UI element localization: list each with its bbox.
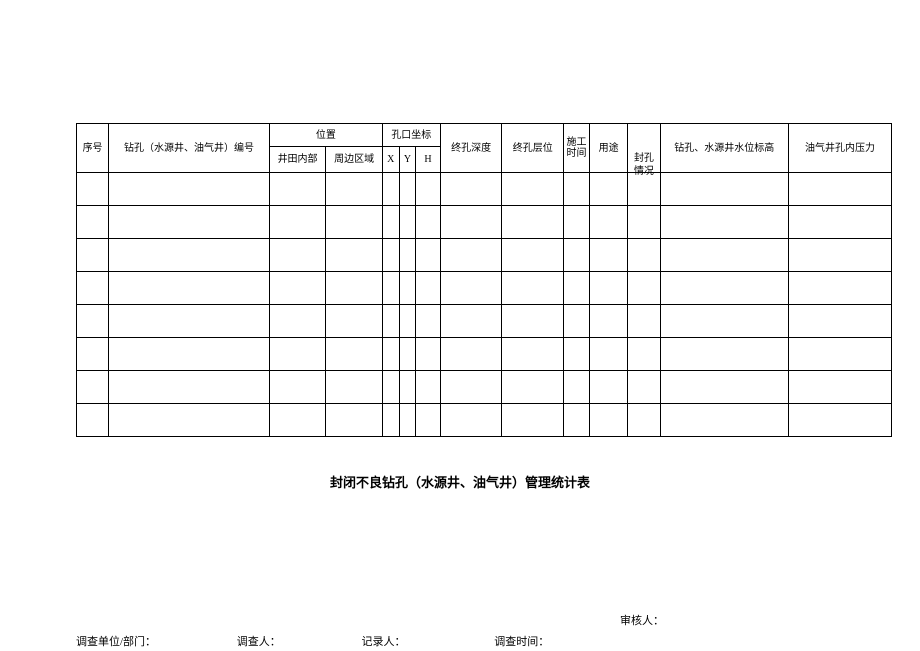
th-drill-no: 钻孔（水源井、油气井）编号 — [109, 124, 270, 173]
table-row — [77, 404, 892, 437]
th-coord-h: H — [416, 147, 440, 173]
th-pressure: 油气井孔内压力 — [789, 124, 892, 173]
th-position: 位置 — [269, 124, 382, 147]
th-layer: 终孔层位 — [502, 124, 564, 173]
investigator-label: 调查人： — [237, 636, 281, 648]
invest-time-label: 调查时间： — [494, 636, 549, 648]
document-title: 封闭不良钻孔（水源井、油气井）管理统计表 — [0, 472, 920, 491]
recorder-label: 记录人： — [362, 636, 406, 648]
th-water-level: 钻孔、水源井水位标高 — [660, 124, 789, 173]
table-row — [77, 173, 892, 206]
th-position-outer: 周边区域 — [326, 147, 383, 173]
borehole-table: 序号 钻孔（水源井、油气井）编号 位置 孔口坐标 终孔深度 终孔层位 施工时间 … — [76, 123, 892, 437]
table-row — [77, 338, 892, 371]
unit-label: 调查单位/部门： — [76, 636, 156, 648]
th-coord-x: X — [382, 147, 399, 173]
table-row — [77, 239, 892, 272]
footer-row: 调查单位/部门： 调查人： 记录人： 调查时间： — [76, 633, 892, 649]
th-coord-y: Y — [399, 147, 416, 173]
table-row — [77, 371, 892, 404]
table-row — [77, 272, 892, 305]
th-seal: 封孔情况 — [628, 124, 660, 173]
th-time: 施工时间 — [564, 124, 590, 173]
data-table-container: 序号 钻孔（水源井、油气井）编号 位置 孔口坐标 终孔深度 终孔层位 施工时间 … — [76, 123, 892, 437]
th-use: 用途 — [589, 124, 628, 173]
reviewer-field: 审核人： — [620, 612, 664, 628]
table-row — [77, 305, 892, 338]
table-row — [77, 206, 892, 239]
th-depth: 终孔深度 — [440, 124, 502, 173]
th-coord: 孔口坐标 — [382, 124, 440, 147]
th-position-inner: 井田内部 — [269, 147, 326, 173]
reviewer-label: 审核人： — [620, 615, 664, 627]
th-seq: 序号 — [77, 124, 109, 173]
